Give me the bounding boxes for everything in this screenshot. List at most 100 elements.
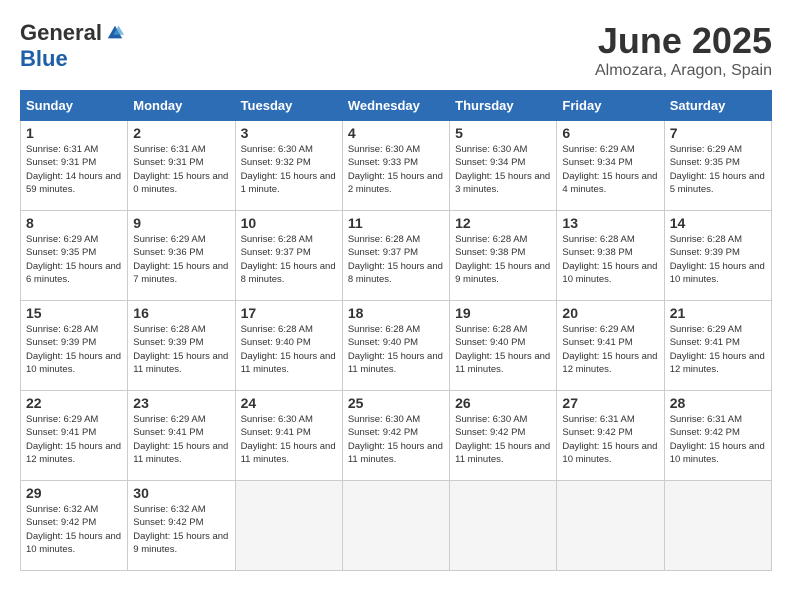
col-saturday: Saturday (664, 91, 771, 121)
day-number: 21 (670, 305, 766, 321)
calendar-cell (450, 481, 557, 571)
day-number: 26 (455, 395, 551, 411)
header-row: Sunday Monday Tuesday Wednesday Thursday… (21, 91, 772, 121)
day-number: 12 (455, 215, 551, 231)
day-number: 16 (133, 305, 229, 321)
day-number: 25 (348, 395, 444, 411)
calendar-cell: 3 Sunrise: 6:30 AM Sunset: 9:32 PM Dayli… (235, 121, 342, 211)
calendar-cell: 15 Sunrise: 6:28 AM Sunset: 9:39 PM Dayl… (21, 301, 128, 391)
day-number: 3 (241, 125, 337, 141)
day-number: 28 (670, 395, 766, 411)
day-number: 18 (348, 305, 444, 321)
calendar-cell: 14 Sunrise: 6:28 AM Sunset: 9:39 PM Dayl… (664, 211, 771, 301)
calendar-cell: 4 Sunrise: 6:30 AM Sunset: 9:33 PM Dayli… (342, 121, 449, 211)
cell-info: Sunrise: 6:28 AM Sunset: 9:39 PM Dayligh… (26, 323, 122, 376)
cell-info: Sunrise: 6:29 AM Sunset: 9:35 PM Dayligh… (26, 233, 122, 286)
calendar-cell: 6 Sunrise: 6:29 AM Sunset: 9:34 PM Dayli… (557, 121, 664, 211)
calendar-cell: 28 Sunrise: 6:31 AM Sunset: 9:42 PM Dayl… (664, 391, 771, 481)
cell-info: Sunrise: 6:29 AM Sunset: 9:35 PM Dayligh… (670, 143, 766, 196)
cell-info: Sunrise: 6:30 AM Sunset: 9:34 PM Dayligh… (455, 143, 551, 196)
cell-info: Sunrise: 6:31 AM Sunset: 9:42 PM Dayligh… (670, 413, 766, 466)
calendar-cell (235, 481, 342, 571)
day-number: 7 (670, 125, 766, 141)
day-number: 27 (562, 395, 658, 411)
calendar-week-2: 8 Sunrise: 6:29 AM Sunset: 9:35 PM Dayli… (21, 211, 772, 301)
day-number: 9 (133, 215, 229, 231)
cell-info: Sunrise: 6:30 AM Sunset: 9:42 PM Dayligh… (455, 413, 551, 466)
cell-info: Sunrise: 6:31 AM Sunset: 9:31 PM Dayligh… (133, 143, 229, 196)
day-number: 8 (26, 215, 122, 231)
day-number: 23 (133, 395, 229, 411)
cell-info: Sunrise: 6:29 AM Sunset: 9:41 PM Dayligh… (562, 323, 658, 376)
logo-general: General (20, 20, 102, 46)
calendar-cell (664, 481, 771, 571)
calendar-cell: 16 Sunrise: 6:28 AM Sunset: 9:39 PM Dayl… (128, 301, 235, 391)
calendar-cell: 30 Sunrise: 6:32 AM Sunset: 9:42 PM Dayl… (128, 481, 235, 571)
cell-info: Sunrise: 6:28 AM Sunset: 9:37 PM Dayligh… (348, 233, 444, 286)
calendar-cell: 1 Sunrise: 6:31 AM Sunset: 9:31 PM Dayli… (21, 121, 128, 211)
cell-info: Sunrise: 6:28 AM Sunset: 9:40 PM Dayligh… (455, 323, 551, 376)
day-number: 1 (26, 125, 122, 141)
day-number: 29 (26, 485, 122, 501)
calendar-cell: 26 Sunrise: 6:30 AM Sunset: 9:42 PM Dayl… (450, 391, 557, 481)
calendar-cell: 11 Sunrise: 6:28 AM Sunset: 9:37 PM Dayl… (342, 211, 449, 301)
calendar-cell: 8 Sunrise: 6:29 AM Sunset: 9:35 PM Dayli… (21, 211, 128, 301)
calendar-cell: 12 Sunrise: 6:28 AM Sunset: 9:38 PM Dayl… (450, 211, 557, 301)
day-number: 22 (26, 395, 122, 411)
calendar-cell: 29 Sunrise: 6:32 AM Sunset: 9:42 PM Dayl… (21, 481, 128, 571)
day-number: 17 (241, 305, 337, 321)
col-friday: Friday (557, 91, 664, 121)
cell-info: Sunrise: 6:29 AM Sunset: 9:41 PM Dayligh… (670, 323, 766, 376)
cell-info: Sunrise: 6:28 AM Sunset: 9:39 PM Dayligh… (133, 323, 229, 376)
calendar-cell: 20 Sunrise: 6:29 AM Sunset: 9:41 PM Dayl… (557, 301, 664, 391)
calendar-cell: 17 Sunrise: 6:28 AM Sunset: 9:40 PM Dayl… (235, 301, 342, 391)
calendar-cell: 7 Sunrise: 6:29 AM Sunset: 9:35 PM Dayli… (664, 121, 771, 211)
calendar-cell: 13 Sunrise: 6:28 AM Sunset: 9:38 PM Dayl… (557, 211, 664, 301)
col-tuesday: Tuesday (235, 91, 342, 121)
location: Almozara, Aragon, Spain (595, 62, 772, 80)
day-number: 2 (133, 125, 229, 141)
calendar-cell: 23 Sunrise: 6:29 AM Sunset: 9:41 PM Dayl… (128, 391, 235, 481)
day-number: 4 (348, 125, 444, 141)
calendar-cell: 21 Sunrise: 6:29 AM Sunset: 9:41 PM Dayl… (664, 301, 771, 391)
calendar-cell: 22 Sunrise: 6:29 AM Sunset: 9:41 PM Dayl… (21, 391, 128, 481)
day-number: 11 (348, 215, 444, 231)
calendar-cell: 18 Sunrise: 6:28 AM Sunset: 9:40 PM Dayl… (342, 301, 449, 391)
cell-info: Sunrise: 6:29 AM Sunset: 9:41 PM Dayligh… (26, 413, 122, 466)
cell-info: Sunrise: 6:29 AM Sunset: 9:36 PM Dayligh… (133, 233, 229, 286)
day-number: 10 (241, 215, 337, 231)
cell-info: Sunrise: 6:32 AM Sunset: 9:42 PM Dayligh… (133, 503, 229, 556)
calendar-cell (342, 481, 449, 571)
cell-info: Sunrise: 6:28 AM Sunset: 9:37 PM Dayligh… (241, 233, 337, 286)
day-number: 30 (133, 485, 229, 501)
cell-info: Sunrise: 6:29 AM Sunset: 9:34 PM Dayligh… (562, 143, 658, 196)
cell-info: Sunrise: 6:28 AM Sunset: 9:38 PM Dayligh… (562, 233, 658, 286)
cell-info: Sunrise: 6:30 AM Sunset: 9:42 PM Dayligh… (348, 413, 444, 466)
cell-info: Sunrise: 6:30 AM Sunset: 9:41 PM Dayligh… (241, 413, 337, 466)
day-number: 15 (26, 305, 122, 321)
col-sunday: Sunday (21, 91, 128, 121)
cell-info: Sunrise: 6:28 AM Sunset: 9:38 PM Dayligh… (455, 233, 551, 286)
day-number: 14 (670, 215, 766, 231)
calendar-table: Sunday Monday Tuesday Wednesday Thursday… (20, 90, 772, 571)
calendar-cell: 2 Sunrise: 6:31 AM Sunset: 9:31 PM Dayli… (128, 121, 235, 211)
calendar-cell: 10 Sunrise: 6:28 AM Sunset: 9:37 PM Dayl… (235, 211, 342, 301)
cell-info: Sunrise: 6:31 AM Sunset: 9:42 PM Dayligh… (562, 413, 658, 466)
cell-info: Sunrise: 6:28 AM Sunset: 9:40 PM Dayligh… (348, 323, 444, 376)
calendar-cell: 19 Sunrise: 6:28 AM Sunset: 9:40 PM Dayl… (450, 301, 557, 391)
day-number: 20 (562, 305, 658, 321)
cell-info: Sunrise: 6:28 AM Sunset: 9:39 PM Dayligh… (670, 233, 766, 286)
calendar-week-1: 1 Sunrise: 6:31 AM Sunset: 9:31 PM Dayli… (21, 121, 772, 211)
cell-info: Sunrise: 6:30 AM Sunset: 9:33 PM Dayligh… (348, 143, 444, 196)
logo-icon (106, 24, 124, 42)
day-number: 5 (455, 125, 551, 141)
day-number: 6 (562, 125, 658, 141)
calendar-cell: 9 Sunrise: 6:29 AM Sunset: 9:36 PM Dayli… (128, 211, 235, 301)
col-wednesday: Wednesday (342, 91, 449, 121)
calendar-week-3: 15 Sunrise: 6:28 AM Sunset: 9:39 PM Dayl… (21, 301, 772, 391)
day-number: 19 (455, 305, 551, 321)
col-thursday: Thursday (450, 91, 557, 121)
cell-info: Sunrise: 6:31 AM Sunset: 9:31 PM Dayligh… (26, 143, 122, 196)
calendar-cell: 27 Sunrise: 6:31 AM Sunset: 9:42 PM Dayl… (557, 391, 664, 481)
page-header: General Blue June 2025 Almozara, Aragon,… (20, 20, 772, 80)
